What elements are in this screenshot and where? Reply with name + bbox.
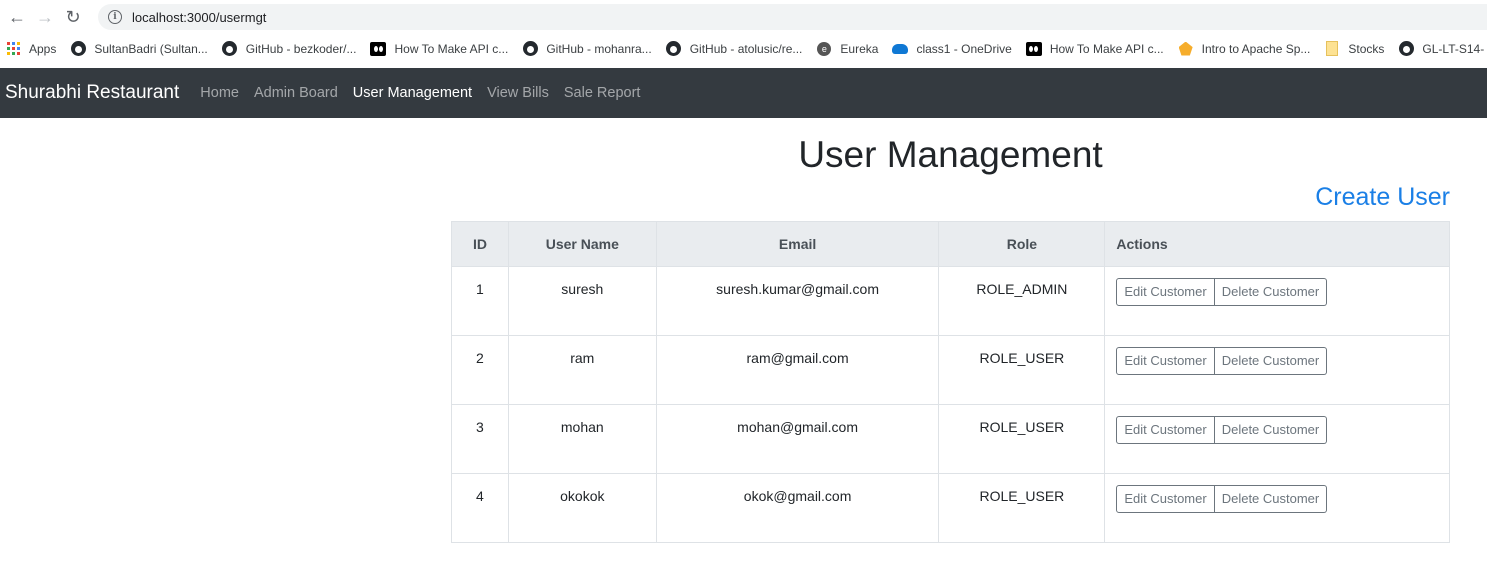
table-row: 3 mohan mohan@gmail.com ROLE_USER Edit C… (451, 404, 1450, 474)
cell-username: mohan (507, 404, 657, 474)
cell-actions: Edit Customer Delete Customer (1104, 266, 1450, 336)
action-button-group: Edit Customer Delete Customer (1116, 485, 1328, 513)
cell-role: ROLE_USER (938, 473, 1106, 543)
bookmark-item[interactable]: Intro to Apache Sp... (1178, 41, 1311, 57)
column-header-id: ID (451, 221, 509, 267)
bookmark-label: Apps (29, 41, 57, 56)
delete-customer-button[interactable]: Delete Customer (1214, 347, 1328, 375)
cell-username: okokok (507, 473, 657, 543)
bookmark-item[interactable]: SultanBadri (Sultan... (70, 41, 208, 57)
github-icon (222, 41, 238, 57)
cell-email: ram@gmail.com (655, 335, 940, 405)
column-header-email: Email (655, 221, 940, 267)
github-icon (70, 41, 86, 57)
delete-customer-button[interactable]: Delete Customer (1214, 278, 1328, 306)
delete-customer-button[interactable]: Delete Customer (1214, 485, 1328, 513)
github-icon (1398, 41, 1414, 57)
bookmark-label: SultanBadri (Sultan... (94, 41, 208, 56)
nav-link-admin-board[interactable]: Admin Board (254, 85, 338, 101)
bookmark-item[interactable]: Stocks (1324, 41, 1384, 57)
bookmark-item[interactable]: e Eureka (816, 41, 878, 57)
cell-email: suresh.kumar@gmail.com (655, 266, 940, 336)
spark-icon (1178, 41, 1194, 57)
apps-grid-icon (5, 41, 21, 57)
bookmark-label: How To Make API c... (1049, 41, 1164, 56)
table-row: 1 suresh suresh.kumar@gmail.com ROLE_ADM… (451, 266, 1450, 336)
bookmark-label: GL-LT-S14- (1422, 41, 1485, 56)
cell-email: mohan@gmail.com (655, 404, 940, 474)
edit-customer-button[interactable]: Edit Customer (1116, 485, 1215, 513)
cell-email: okok@gmail.com (655, 473, 940, 543)
bookmark-item[interactable]: class1 - OneDrive (892, 41, 1012, 57)
info-icon[interactable]: i (108, 10, 122, 24)
nav-link-user-management[interactable]: User Management (353, 85, 472, 101)
edit-customer-button[interactable]: Edit Customer (1116, 278, 1215, 306)
action-button-group: Edit Customer Delete Customer (1116, 416, 1328, 444)
bookmark-apps[interactable]: Apps (5, 41, 56, 57)
bookmark-label: class1 - OneDrive (916, 41, 1012, 56)
bookmark-label: How To Make API c... (394, 41, 509, 56)
edit-customer-button[interactable]: Edit Customer (1116, 347, 1215, 375)
cell-actions: Edit Customer Delete Customer (1104, 473, 1450, 543)
nav-link-sale-report[interactable]: Sale Report (564, 85, 641, 101)
forward-arrow-icon[interactable]: → (34, 6, 56, 28)
column-header-role: Role (938, 221, 1106, 267)
bookmark-item[interactable]: GitHub - atolusic/re... (666, 41, 803, 57)
bookmark-label: GitHub - atolusic/re... (689, 41, 803, 56)
action-button-group: Edit Customer Delete Customer (1116, 347, 1328, 375)
nav-link-view-bills[interactable]: View Bills (487, 85, 549, 101)
bookmark-label: Stocks (1348, 41, 1385, 56)
bookmark-label: GitHub - mohanra... (546, 41, 652, 56)
medium-icon (1025, 41, 1042, 57)
reload-icon[interactable]: ↻ (62, 6, 84, 28)
browser-toolbar: ← → ↻ i localhost:3000/usermgt (0, 0, 1487, 34)
url-text: localhost:3000/usermgt (132, 9, 267, 25)
github-icon (522, 41, 538, 57)
table-row: 4 okokok okok@gmail.com ROLE_USER Edit C… (451, 473, 1450, 543)
brand-link[interactable]: Shurabhi Restaurant (5, 82, 179, 104)
cell-username: ram (507, 335, 657, 405)
github-icon (666, 41, 682, 57)
medium-icon (370, 41, 387, 57)
column-header-actions: Actions (1104, 221, 1450, 267)
table-header-row: ID User Name Email Role Actions (451, 221, 1450, 267)
cell-role: ROLE_USER (938, 404, 1106, 474)
bookmark-item[interactable]: How To Make API c... (370, 41, 508, 57)
bookmark-item[interactable]: GitHub - mohanra... (522, 41, 652, 57)
bookmarks-bar: Apps SultanBadri (Sultan... GitHub - bez… (0, 34, 1487, 63)
cell-id: 1 (451, 266, 509, 336)
cell-role: ROLE_USER (938, 335, 1106, 405)
app-navbar: Shurabhi Restaurant Home Admin Board Use… (0, 68, 1487, 118)
delete-customer-button[interactable]: Delete Customer (1214, 416, 1328, 444)
bookmark-label: Eureka (840, 41, 879, 56)
action-button-group: Edit Customer Delete Customer (1116, 278, 1328, 306)
cell-id: 4 (451, 473, 509, 543)
nav-link-home[interactable]: Home (200, 85, 239, 101)
eureka-icon: e (816, 41, 832, 57)
address-bar[interactable]: i localhost:3000/usermgt (98, 4, 1487, 30)
bookmark-item[interactable]: GitHub - bezkoder/... (222, 41, 357, 57)
table-row: 2 ram ram@gmail.com ROLE_USER Edit Custo… (451, 335, 1450, 405)
page-title: User Management (798, 134, 1103, 175)
cell-id: 3 (451, 404, 509, 474)
users-table: ID User Name Email Role Actions 1 suresh… (451, 221, 1450, 543)
back-arrow-icon[interactable]: ← (6, 6, 28, 28)
onedrive-icon (892, 41, 909, 57)
edit-customer-button[interactable]: Edit Customer (1116, 416, 1215, 444)
cell-id: 2 (451, 335, 509, 405)
cell-username: suresh (507, 266, 657, 336)
create-user-link[interactable]: Create User (1315, 183, 1450, 212)
bookmark-label: Intro to Apache Sp... (1201, 41, 1311, 56)
bookmark-item[interactable]: How To Make API c... (1025, 41, 1164, 57)
cell-actions: Edit Customer Delete Customer (1104, 404, 1450, 474)
cell-role: ROLE_ADMIN (938, 266, 1106, 336)
bookmark-item[interactable]: GL-LT-S14- (1398, 41, 1484, 57)
cell-actions: Edit Customer Delete Customer (1104, 335, 1450, 405)
bookmark-label: GitHub - bezkoder/... (245, 41, 357, 56)
folder-icon (1324, 41, 1340, 57)
column-header-username: User Name (507, 221, 657, 267)
